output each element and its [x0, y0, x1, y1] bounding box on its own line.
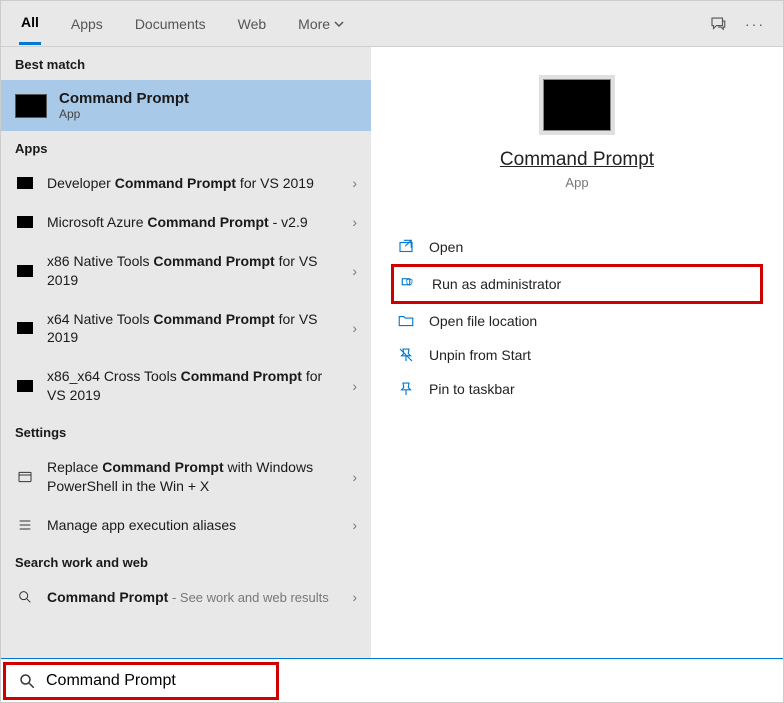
search-icon [15, 589, 35, 605]
best-match-result[interactable]: Command Prompt App [1, 80, 371, 131]
settings-result[interactable]: Replace Command Prompt with Windows Powe… [1, 448, 371, 506]
chevron-down-icon [334, 19, 344, 29]
app-result[interactable]: x86 Native Tools Command Prompt for VS 2… [1, 242, 371, 300]
section-apps: Apps [1, 131, 371, 164]
app-result-text: x86_x64 Cross Tools Command Prompt for V… [47, 367, 340, 405]
tab-more-label: More [298, 16, 330, 32]
section-settings: Settings [1, 415, 371, 448]
chevron-right-icon[interactable]: › [352, 214, 357, 230]
section-best-match: Best match [1, 47, 371, 80]
app-icon [17, 265, 33, 277]
shield-icon [400, 275, 418, 293]
command-prompt-thumbnail [543, 79, 611, 131]
chevron-right-icon[interactable]: › [352, 320, 357, 336]
app-result[interactable]: Microsoft Azure Command Prompt - v2.9 › [1, 203, 371, 242]
chevron-right-icon[interactable]: › [352, 589, 357, 605]
search-icon [18, 672, 36, 690]
list-icon [15, 517, 35, 533]
app-result[interactable]: x86_x64 Cross Tools Command Prompt for V… [1, 357, 371, 415]
web-result-text: Command Prompt - See work and web result… [47, 588, 340, 607]
action-pin-to-taskbar[interactable]: Pin to taskbar [391, 372, 763, 406]
chevron-right-icon[interactable]: › [352, 263, 357, 279]
best-match-title: Command Prompt [59, 90, 189, 107]
folder-icon [397, 312, 415, 330]
open-icon [397, 238, 415, 256]
action-label: Open [429, 239, 463, 255]
chevron-right-icon[interactable]: › [352, 469, 357, 485]
app-result-text: x86 Native Tools Command Prompt for VS 2… [47, 252, 340, 290]
app-icon [17, 216, 33, 228]
tab-apps[interactable]: Apps [69, 4, 105, 44]
tab-all[interactable]: All [19, 2, 41, 45]
command-prompt-icon [15, 94, 47, 118]
action-open[interactable]: Open [391, 230, 763, 264]
app-result-text: Developer Command Prompt for VS 2019 [47, 174, 340, 193]
chevron-right-icon[interactable]: › [352, 517, 357, 533]
search-input[interactable] [46, 672, 264, 690]
feedback-icon[interactable] [709, 15, 727, 33]
chevron-right-icon[interactable]: › [352, 175, 357, 191]
web-result[interactable]: Command Prompt - See work and web result… [1, 578, 371, 617]
more-options-icon[interactable]: ··· [745, 16, 765, 32]
app-icon [17, 322, 33, 334]
detail-title[interactable]: Command Prompt [391, 149, 763, 171]
filter-tabs: All Apps Documents Web More ··· [1, 1, 783, 47]
settings-icon [15, 469, 35, 485]
app-icon [17, 177, 33, 189]
detail-panel: Command Prompt App Open Run as administr… [371, 47, 783, 658]
unpin-icon [397, 346, 415, 364]
tab-more[interactable]: More [296, 4, 346, 44]
settings-result-text: Manage app execution aliases [47, 516, 340, 535]
action-label: Unpin from Start [429, 347, 531, 363]
section-work-web: Search work and web [1, 545, 371, 578]
action-label: Run as administrator [432, 276, 561, 292]
results-panel: Best match Command Prompt App Apps Devel… [1, 47, 371, 658]
detail-subtitle: App [391, 175, 763, 190]
pin-icon [397, 380, 415, 398]
settings-result-text: Replace Command Prompt with Windows Powe… [47, 458, 340, 496]
app-result-text: x64 Native Tools Command Prompt for VS 2… [47, 310, 340, 348]
search-bar [1, 658, 783, 702]
action-run-as-administrator[interactable]: Run as administrator [391, 264, 763, 304]
chevron-right-icon[interactable]: › [352, 378, 357, 394]
app-result-text: Microsoft Azure Command Prompt - v2.9 [47, 213, 340, 232]
action-label: Open file location [429, 313, 537, 329]
app-result[interactable]: x64 Native Tools Command Prompt for VS 2… [1, 300, 371, 358]
action-label: Pin to taskbar [429, 381, 515, 397]
app-icon [17, 380, 33, 392]
action-open-file-location[interactable]: Open file location [391, 304, 763, 338]
action-unpin-from-start[interactable]: Unpin from Start [391, 338, 763, 372]
best-match-subtitle: App [59, 107, 189, 121]
app-result[interactable]: Developer Command Prompt for VS 2019 › [1, 164, 371, 203]
tab-documents[interactable]: Documents [133, 4, 208, 44]
settings-result[interactable]: Manage app execution aliases › [1, 506, 371, 545]
tab-web[interactable]: Web [236, 4, 269, 44]
